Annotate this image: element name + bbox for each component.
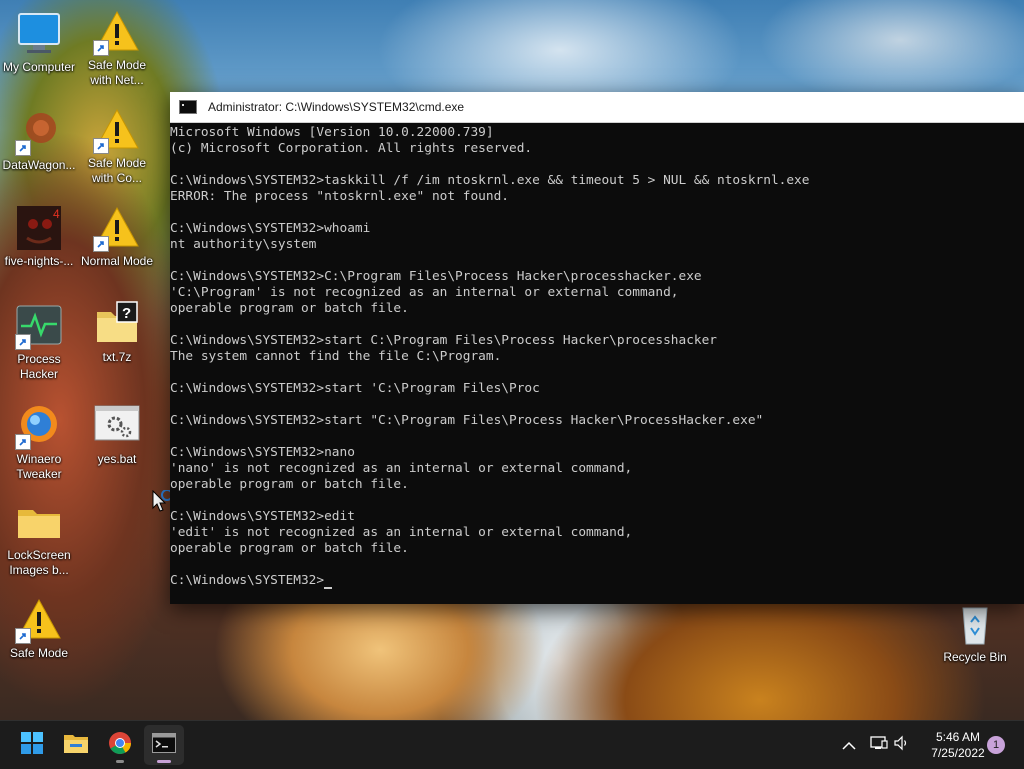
app-icon xyxy=(15,108,63,156)
desktop-icon-label: five-nights-... xyxy=(4,254,74,268)
console-line: C:\Windows\SYSTEM32>start "C:\Program Fi… xyxy=(170,413,764,428)
desktop-icon-txt-7z[interactable]: ? txt.7z xyxy=(78,300,156,365)
desktop-icon-safe-mode-networking[interactable]: Safe Mode with Net... xyxy=(78,8,156,88)
console-line: 'nano' is not recognized as an internal … xyxy=(170,461,633,476)
shortcut-arrow-icon xyxy=(93,138,109,154)
console-line: (c) Microsoft Corporation. All rights re… xyxy=(170,141,533,156)
shortcut-arrow-icon xyxy=(15,140,31,156)
cmd-taskbar-button[interactable] xyxy=(144,725,184,765)
volume-icon xyxy=(894,735,910,755)
cmd-icon xyxy=(152,733,176,757)
notification-badge[interactable]: 1 xyxy=(987,736,1005,754)
clock-time: 5:46 AM xyxy=(935,730,981,744)
desktop-icon-process-hacker[interactable]: Process Hacker xyxy=(0,302,78,382)
desktop-icon-label: Process Hacker xyxy=(17,352,61,381)
console-line: 'C:\Program' is not recognized as an int… xyxy=(170,285,679,300)
desktop-icon-five-nights[interactable]: 4 five-nights-... xyxy=(0,204,78,269)
winaero-icon xyxy=(15,402,63,450)
network-icon xyxy=(870,735,888,755)
desktop-icon-winaero-tweaker[interactable]: Winaero Tweaker xyxy=(0,402,78,482)
desktop: My Computer DataWagon... 4 five-nights-.… xyxy=(0,0,1024,720)
warning-icon xyxy=(93,106,141,154)
network-volume-button[interactable] xyxy=(864,725,916,765)
desktop-icon-safe-mode[interactable]: Safe Mode xyxy=(0,596,78,661)
desktop-icon-label: Safe Mode xyxy=(9,646,69,660)
game-icon: 4 xyxy=(15,204,63,252)
window-title: Administrator: C:\Windows\SYSTEM32\cmd.e… xyxy=(208,100,465,114)
shortcut-arrow-icon xyxy=(15,334,31,350)
clock[interactable]: 5:46 AM 7/25/2022 xyxy=(920,729,996,761)
warning-icon xyxy=(93,204,141,252)
folder-icon xyxy=(15,498,63,546)
console-line: C:\Windows\SYSTEM32>start C:\Program Fil… xyxy=(170,333,718,348)
console-line: ERROR: The process "ntoskrnl.exe" not fo… xyxy=(170,189,509,204)
desktop-icon-label: LockScreen Images b... xyxy=(7,548,71,577)
taskbar: 5:46 AM 7/25/2022 1 xyxy=(0,720,1024,769)
warning-icon xyxy=(93,8,141,56)
console-line: operable program or batch file. xyxy=(170,477,409,492)
tray-overflow-button[interactable] xyxy=(832,725,866,765)
chevron-up-icon xyxy=(842,736,856,755)
text-cursor xyxy=(324,587,333,589)
desktop-icon-safe-mode-command[interactable]: Safe Mode with Co... xyxy=(78,106,156,186)
desktop-icon-recycle-bin[interactable]: Recycle Bin xyxy=(936,600,1014,665)
start-button[interactable] xyxy=(12,725,52,765)
console-line: C:\Windows\SYSTEM32>edit xyxy=(170,509,355,524)
shortcut-arrow-icon xyxy=(93,40,109,56)
svg-text:?: ? xyxy=(122,305,131,322)
cmd-window[interactable]: Administrator: C:\Windows\SYSTEM32\cmd.e… xyxy=(170,92,1024,604)
file-explorer-icon xyxy=(64,733,88,757)
console-line: C:\Windows\SYSTEM32>whoami xyxy=(170,221,371,236)
desktop-icon-label: Normal Mode xyxy=(80,254,154,268)
desktop-icon-label: txt.7z xyxy=(102,350,132,364)
desktop-icon-label: Recycle Bin xyxy=(943,650,1007,664)
console-line: operable program or batch file. xyxy=(170,541,409,556)
svg-text:4: 4 xyxy=(53,207,60,221)
desktop-icon-label: DataWagon... xyxy=(2,158,76,172)
running-indicator xyxy=(116,760,124,763)
console-line: nt authority\system xyxy=(170,237,317,252)
desktop-icon-label: Safe Mode with Net... xyxy=(87,58,147,87)
console-line: 'edit' is not recognized as an internal … xyxy=(170,525,633,540)
desktop-icon-label: Winaero Tweaker xyxy=(16,452,62,481)
desktop-icon-my-computer[interactable]: My Computer xyxy=(0,10,78,75)
console-line: C:\Windows\SYSTEM32>C:\Program Files\Pro… xyxy=(170,269,702,284)
desktop-icon-yes-bat[interactable]: yes.bat xyxy=(78,402,156,467)
warning-icon xyxy=(15,596,63,644)
monitor-icon xyxy=(15,10,63,58)
process-hacker-icon xyxy=(15,302,63,350)
batch-file-icon xyxy=(93,402,141,450)
start-icon xyxy=(21,732,43,758)
active-indicator xyxy=(157,760,171,763)
console-line: operable program or batch file. xyxy=(170,301,409,316)
cmd-icon xyxy=(179,100,197,114)
archive-icon: ? xyxy=(93,300,141,348)
recycle-bin-icon xyxy=(951,600,999,648)
desktop-icon-label: yes.bat xyxy=(97,452,137,466)
console-output[interactable]: Microsoft Windows [Version 10.0.22000.73… xyxy=(170,123,1024,589)
desktop-icon-lockscreen-images[interactable]: LockScreen Images b... xyxy=(0,498,78,578)
console-line: The system cannot find the file C:\Progr… xyxy=(170,349,502,364)
cmd-title-bar[interactable]: Administrator: C:\Windows\SYSTEM32\cmd.e… xyxy=(170,92,1024,123)
console-line: Microsoft Windows [Version 10.0.22000.73… xyxy=(170,125,494,140)
desktop-icon-label: Safe Mode with Co... xyxy=(87,156,147,185)
console-line: C:\Windows\SYSTEM32>start 'C:\Program Fi… xyxy=(170,381,540,396)
desktop-icon-label: My Computer xyxy=(2,60,76,74)
chrome-button[interactable] xyxy=(100,725,140,765)
console-line: C:\Windows\SYSTEM32>taskkill /f /im ntos… xyxy=(170,173,810,188)
shortcut-arrow-icon xyxy=(15,628,31,644)
shortcut-arrow-icon xyxy=(93,236,109,252)
file-explorer-button[interactable] xyxy=(56,725,96,765)
clock-date: 7/25/2022 xyxy=(931,746,985,760)
chrome-icon xyxy=(108,731,132,759)
console-prompt: C:\Windows\SYSTEM32> xyxy=(170,573,325,588)
desktop-icon-datawagon[interactable]: DataWagon... xyxy=(0,108,78,173)
shortcut-arrow-icon xyxy=(15,434,31,450)
console-line: C:\Windows\SYSTEM32>nano xyxy=(170,445,355,460)
desktop-icon-normal-mode[interactable]: Normal Mode xyxy=(78,204,156,269)
